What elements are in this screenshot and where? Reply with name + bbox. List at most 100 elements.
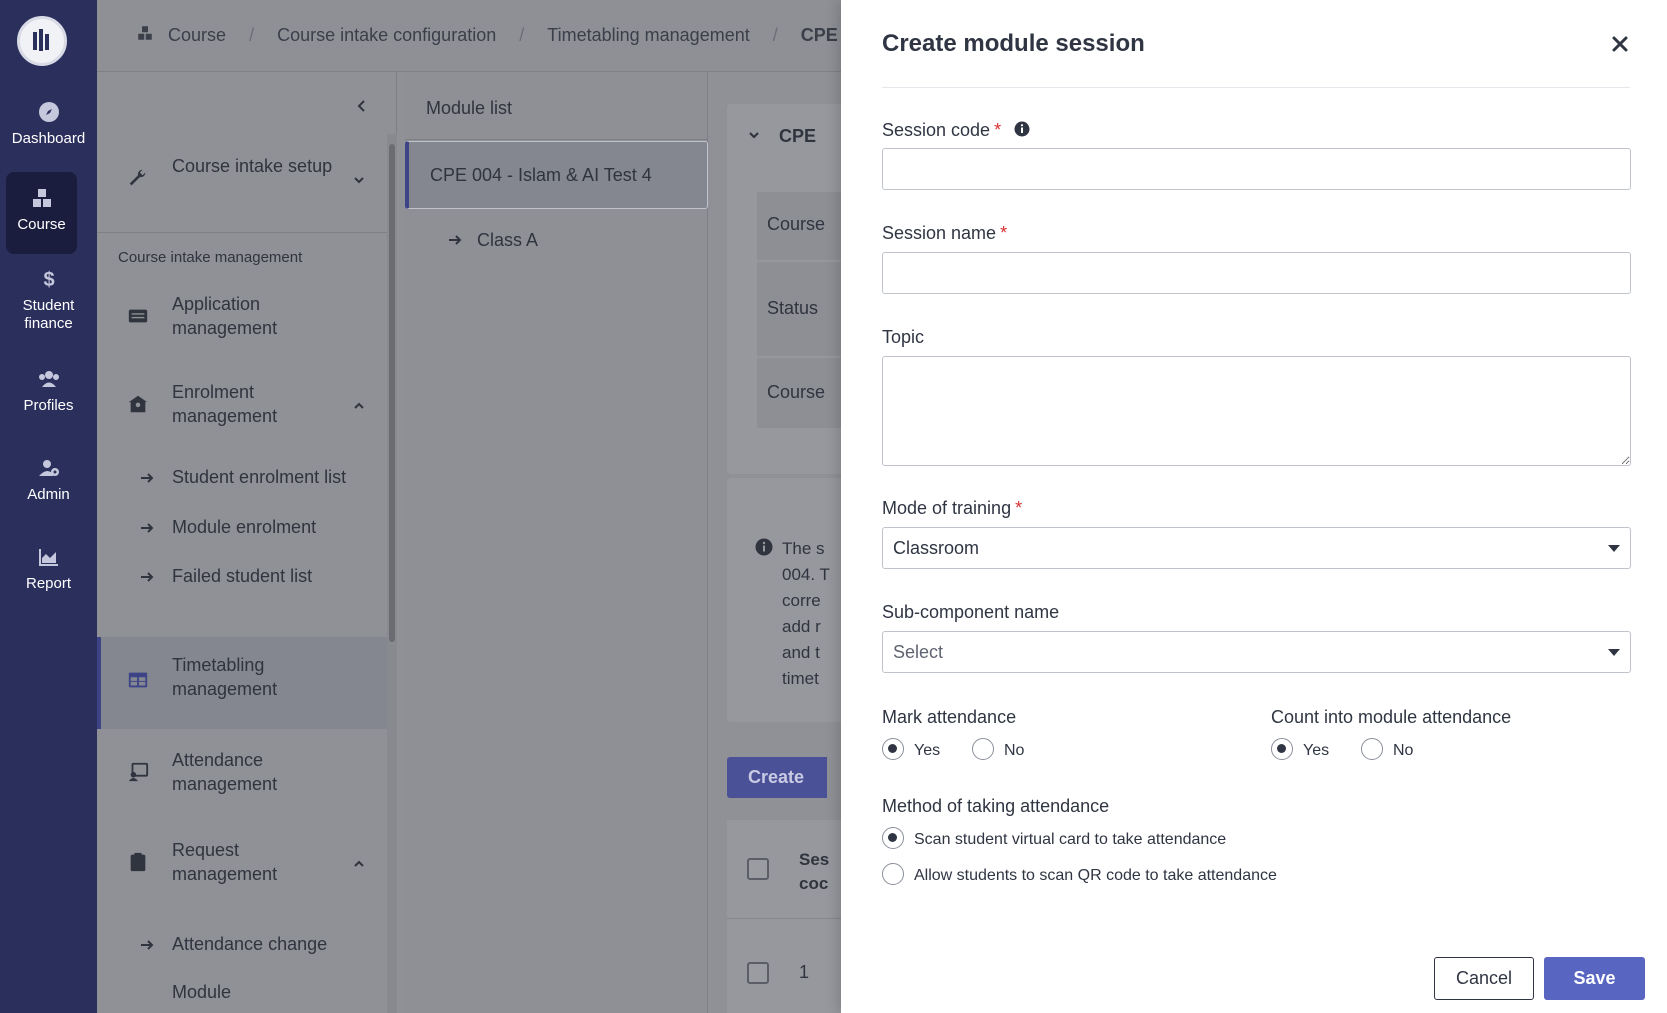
sidenav-enrolment-management[interactable]: Enrolment management [97,380,387,430]
attendance-board-icon [128,762,149,782]
breadcrumb-timetabling[interactable]: Timetabling management [547,25,749,46]
radio-selected[interactable] [882,738,904,760]
rail-profiles[interactable]: Profiles [0,367,97,415]
sidenav-module[interactable]: Module [97,982,387,1012]
collapse-chevron-icon[interactable] [354,98,370,114]
radio-label: Yes [1303,742,1330,759]
sidenav-request-management[interactable]: Request management [97,838,387,888]
sidenav-failed-student-list[interactable]: Failed student list [97,566,387,596]
arrow-right-icon [449,235,462,245]
module-class-label: Class A [477,230,539,250]
subcomponent-placeholder: Select [893,642,944,662]
chevron-down-icon [749,132,759,139]
top-bar: Course / Course intake configuration / T… [97,0,841,72]
sidenav-module-enrolment[interactable]: Module enrolment [97,517,387,547]
scrollbar-thumb[interactable] [389,144,395,642]
session-code-label: Session code * [882,120,1030,141]
breadcrumb-course[interactable]: Course [168,25,226,46]
mode-of-training-label-text: Mode of training [882,498,1012,518]
count-attendance-yes-radio[interactable]: Yes [1271,738,1329,760]
sidenav-attendance-management[interactable]: Attendance management [97,748,387,798]
sessions-table: Ses coc 1 [727,820,847,1013]
table-header-label: Ses coc [799,850,830,893]
module-list-title: Module list [405,72,708,140]
mode-of-training-label: Mode of training * [882,498,1022,519]
info-notice-card: The s 004. T corre add r and t timet [727,478,847,722]
mode-of-training-select[interactable]: Classroom [882,527,1631,569]
divider [97,232,387,233]
create-session-button[interactable]: Create [727,757,827,798]
sidenav-scrollbar[interactable] [387,134,397,1013]
method-scan-card-radio[interactable]: Scan student virtual card to take attend… [882,827,1226,849]
sidenav-course-intake-setup[interactable]: Course intake setup [97,154,387,204]
method-qr-code-radio[interactable]: Allow students to scan QR code to take a… [882,863,1277,885]
breadcrumb: Course / Course intake configuration / T… [135,24,838,47]
sidenav-application-management[interactable]: Application management [97,292,387,342]
caret-down-icon [1608,545,1620,552]
rail-course[interactable]: Course [6,172,77,254]
sidenav-label: Request management [172,840,278,884]
caret-down-icon [1608,649,1620,656]
radio-unselected[interactable] [1361,738,1383,760]
topic-textarea[interactable] [882,356,1631,466]
user-gear-icon [38,460,59,476]
rail-dashboard[interactable]: Dashboard [0,100,97,148]
required-marker: * [994,120,1002,140]
rail-student-finance[interactable]: $ Student finance [0,267,97,333]
sidenav-sub-label: Attendance change [172,934,328,954]
mode-of-training-value: Classroom [893,538,980,558]
radio-unselected[interactable] [882,863,904,885]
chevron-down-icon [354,177,364,184]
sidenav-sub-label: Module [172,982,232,1002]
drawer-divider [882,87,1630,88]
select-all-checkbox[interactable] [747,858,769,880]
module-card-header[interactable]: CPE [747,126,816,147]
cancel-button[interactable]: Cancel [1434,957,1534,1000]
session-name-label: Session name * [882,223,1007,244]
radio-selected[interactable] [882,827,904,849]
create-session-drawer: Create module session Session code * Sess… [841,0,1667,1013]
radio-label: No [1004,742,1025,759]
table-row-number: 1 [799,962,810,982]
module-card-title: CPE [779,126,817,146]
radio-selected[interactable] [1271,738,1293,760]
cubes-icon [32,189,51,207]
radio-label: Scan student virtual card to take attend… [914,831,1227,848]
count-attendance-no-radio[interactable]: No [1361,738,1413,760]
mark-attendance-no-radio[interactable]: No [972,738,1024,760]
rail-report[interactable]: Report [0,545,97,593]
wrench-icon [129,169,146,186]
session-name-input[interactable] [882,252,1631,294]
module-list-panel: Module list CPE 004 - Islam & AI Test 4 … [405,72,708,1013]
required-marker: * [1000,223,1008,243]
clipboard-icon [130,852,146,872]
close-icon[interactable] [1610,34,1630,54]
required-marker: * [1015,498,1023,518]
module-class-item[interactable]: Class A [447,230,538,251]
module-list-item-selected[interactable]: CPE 004 - Islam & AI Test 4 [405,141,708,209]
row-checkbox[interactable] [747,962,769,984]
rail-admin[interactable]: Admin [0,456,97,504]
save-button[interactable]: Save [1544,957,1645,1000]
radio-unselected[interactable] [972,738,994,760]
breadcrumb-intake-config[interactable]: Course intake configuration [277,25,496,46]
attendance-method-label: Method of taking attendance [882,796,1110,816]
info-icon[interactable] [1014,121,1030,137]
school-icon [128,395,148,413]
sidenav-attendance-change[interactable]: Attendance change [97,934,387,964]
session-code-input[interactable] [882,148,1631,190]
info-icon [755,538,773,556]
compass-icon [38,102,59,122]
breadcrumb-separator: / [249,25,255,45]
sidenav-sub-label: Student enrolment list [172,467,347,487]
arrow-right-icon [141,473,154,483]
sidenav-timetabling-management[interactable]: Timetabling management [97,653,387,709]
logo-icon [33,29,49,51]
rail-student-finance-label: Student finance [22,297,75,332]
subcomponent-label: Sub-component name [882,602,1060,622]
sidenav-student-enrolment-list[interactable]: Student enrolment list [97,467,387,497]
app-logo[interactable] [17,16,67,66]
subcomponent-select[interactable]: Select [882,631,1631,673]
mark-attendance-yes-radio[interactable]: Yes [882,738,940,760]
module-info-card: CPE Course Status Course [727,104,857,474]
